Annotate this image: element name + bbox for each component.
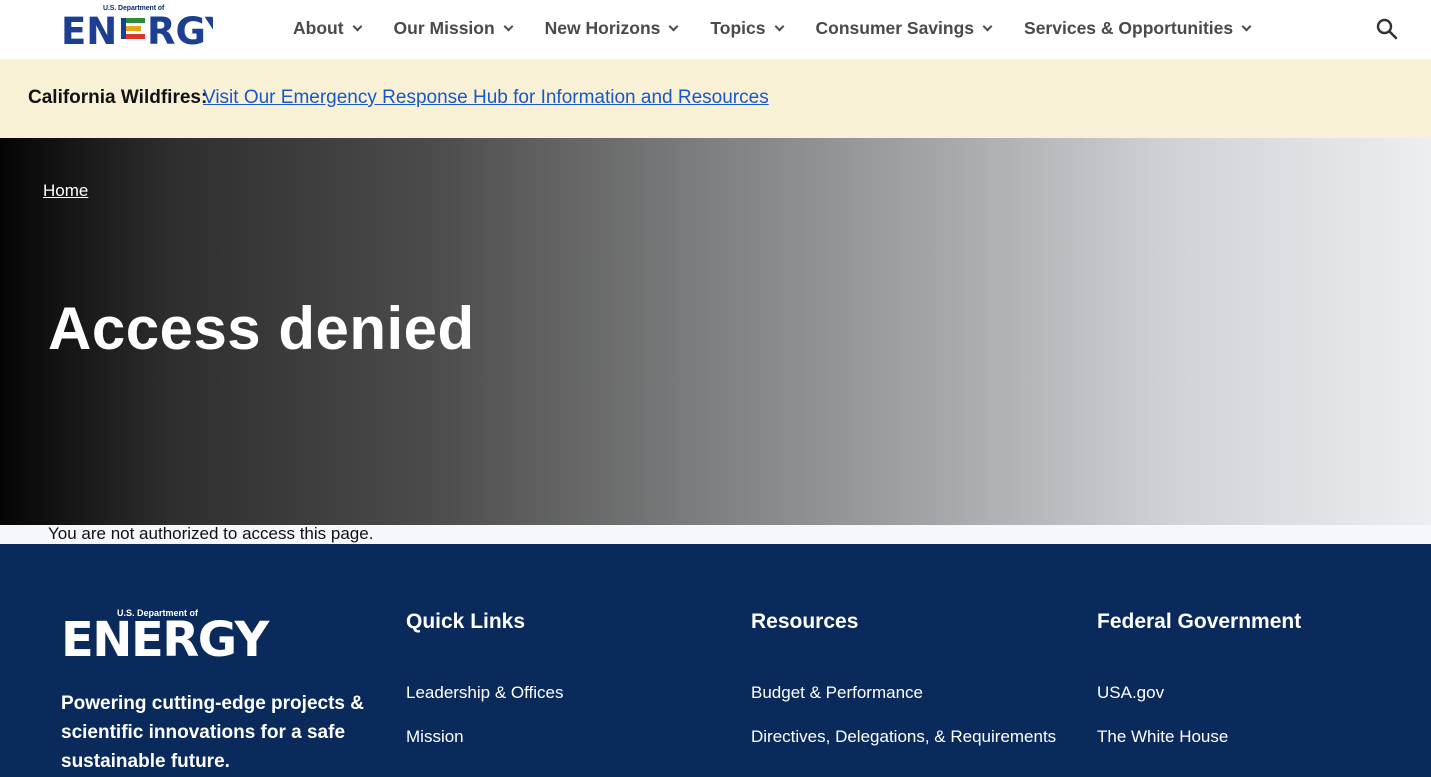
access-denied-message: You are not authorized to access this pa… xyxy=(48,524,374,543)
svg-text:EN: EN xyxy=(61,10,117,47)
footer-col-title: Resources xyxy=(751,610,859,633)
chevron-down-icon xyxy=(774,21,784,32)
nav-label: About xyxy=(293,18,344,38)
footer-col-title: Quick Links xyxy=(406,610,526,633)
footer-link-white-house[interactable]: The White House xyxy=(1097,727,1228,747)
footer-logo-word: ENERGY xyxy=(61,612,269,668)
nav-topics[interactable]: Topics xyxy=(710,18,784,39)
footer-link-directives[interactable]: Directives, Delegations, & Requirements xyxy=(751,727,1056,747)
footer-col-title: Federal Government xyxy=(1097,610,1302,633)
chevron-down-icon xyxy=(1241,21,1252,32)
nav-label: Consumer Savings xyxy=(815,18,975,38)
alert-banner: California Wildfires: Visit Our Emergenc… xyxy=(0,59,1431,138)
page-title: Access denied xyxy=(48,295,475,362)
nav-our-mission[interactable]: Our Mission xyxy=(393,18,514,39)
chevron-down-icon xyxy=(503,21,514,32)
nav-services-opportunities[interactable]: Services & Opportunities xyxy=(1024,18,1252,39)
footer-link-leadership[interactable]: Leadership & Offices xyxy=(406,683,564,703)
emergency-hub-link[interactable]: Visit Our Emergency Response Hub for Inf… xyxy=(203,87,769,109)
chevron-down-icon xyxy=(982,21,993,32)
energy-wordmark-icon: EN RGY xyxy=(61,10,213,47)
footer-link-budget[interactable]: Budget & Performance xyxy=(751,683,1056,703)
nav-new-horizons[interactable]: New Horizons xyxy=(544,18,679,39)
search-button[interactable] xyxy=(1376,18,1398,40)
svg-text:RGY: RGY xyxy=(147,10,213,47)
nav-label: Topics xyxy=(710,18,766,38)
site-header: U.S. Department of EN RGY About Our Miss… xyxy=(0,0,1431,59)
main-nav: About Our Mission New Horizons Topics Co… xyxy=(293,18,1283,39)
footer-link-mission[interactable]: Mission xyxy=(406,727,564,747)
doe-logo[interactable]: U.S. Department of EN RGY xyxy=(61,5,213,47)
breadcrumb-home[interactable]: Home xyxy=(43,181,88,201)
nav-label: Our Mission xyxy=(393,18,495,38)
footer-link-usagov[interactable]: USA.gov xyxy=(1097,683,1228,703)
nav-label: New Horizons xyxy=(544,18,661,38)
nav-about[interactable]: About xyxy=(293,18,362,39)
nav-consumer-savings[interactable]: Consumer Savings xyxy=(815,18,993,39)
alert-label: California Wildfires: xyxy=(28,87,208,108)
footer-col-resources: Resources Budget & Performance Directive… xyxy=(751,610,1056,746)
search-icon xyxy=(1376,18,1398,40)
footer-tagline: Powering cutting-edge projects & scienti… xyxy=(61,693,364,772)
footer-col-federal-government: Federal Government USA.gov The White Hou… xyxy=(1097,610,1302,746)
footer-logo[interactable]: U.S. Department of ENERGY xyxy=(61,608,269,664)
chevron-down-icon xyxy=(668,21,679,32)
nav-label: Services & Opportunities xyxy=(1024,18,1234,38)
site-footer: U.S. Department of ENERGY Powering cutti… xyxy=(0,544,1431,777)
footer-col-quick-links: Quick Links Leadership & Offices Mission xyxy=(406,610,564,746)
hero-banner: Home Access denied xyxy=(0,138,1431,525)
chevron-down-icon xyxy=(352,21,362,32)
